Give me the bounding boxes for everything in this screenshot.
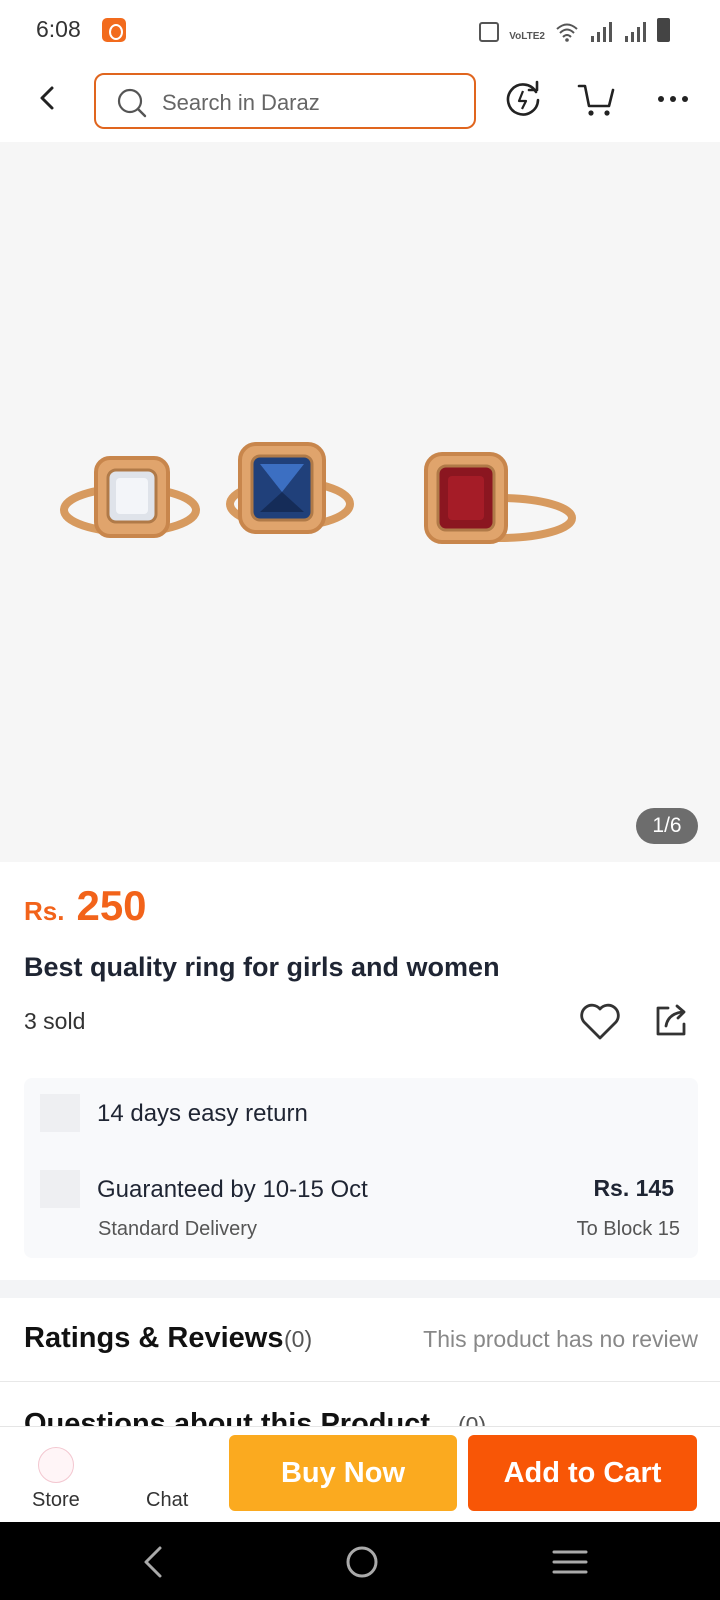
wifi-icon bbox=[556, 23, 578, 42]
clear-stone-ring bbox=[60, 456, 200, 538]
app-notification-icon bbox=[102, 18, 126, 42]
delivery-truck-icon bbox=[40, 1170, 80, 1208]
ratings-empty-text: This product has no review bbox=[423, 1326, 698, 1352]
blue-stone-ring bbox=[226, 442, 354, 534]
search-input[interactable]: Search in Daraz bbox=[94, 73, 476, 129]
top-nav: Search in Daraz bbox=[0, 62, 720, 142]
back-arrow-icon[interactable] bbox=[30, 80, 66, 116]
system-back-icon[interactable] bbox=[132, 1540, 176, 1584]
signal-icon bbox=[591, 22, 612, 42]
price-value: 250 bbox=[76, 882, 147, 929]
status-icons: VoLTE2 bbox=[479, 18, 670, 42]
buy-now-button[interactable]: Buy Now bbox=[229, 1435, 457, 1511]
store-logo-icon[interactable] bbox=[38, 1447, 74, 1483]
more-icon[interactable] bbox=[652, 78, 694, 120]
chat-button[interactable]: Chat bbox=[146, 1489, 188, 1512]
store-button[interactable]: Store bbox=[32, 1489, 80, 1512]
system-nav-bar bbox=[0, 1522, 720, 1600]
signal-icon-2 bbox=[625, 22, 646, 42]
vibrate-icon bbox=[479, 22, 500, 42]
volte-icon: VoLTE2 bbox=[509, 31, 545, 42]
section-divider bbox=[0, 1280, 720, 1298]
ratings-section[interactable]: Ratings & Reviews (0) This product has n… bbox=[0, 1298, 720, 1382]
battery-icon bbox=[657, 18, 670, 42]
questions-count: (0) bbox=[458, 1412, 487, 1426]
ratings-count: (0) bbox=[284, 1326, 313, 1352]
add-to-cart-button[interactable]: Add to Cart bbox=[468, 1435, 697, 1511]
search-icon bbox=[117, 88, 147, 118]
red-stone-ring bbox=[424, 452, 576, 544]
return-policy: 14 days easy return bbox=[97, 1100, 308, 1127]
history-icon[interactable] bbox=[502, 78, 544, 120]
delivery-fee: Rs. 145 bbox=[593, 1175, 674, 1201]
product-image bbox=[60, 442, 576, 544]
cart-icon[interactable] bbox=[576, 78, 618, 120]
delivery-guarantee: Guaranteed by 10-15 Oct bbox=[97, 1176, 368, 1203]
price-currency: Rs. bbox=[24, 896, 65, 926]
bottom-action-bar: Store Chat Buy Now Add to Cart bbox=[0, 1426, 720, 1522]
questions-section[interactable]: Questions about this Product (0) bbox=[0, 1382, 720, 1426]
delivery-info-card[interactable]: 14 days easy return Guaranteed by 10-15 … bbox=[24, 1078, 698, 1258]
system-menu-icon[interactable] bbox=[548, 1540, 592, 1584]
return-icon bbox=[40, 1094, 80, 1132]
status-time: 6:08 bbox=[36, 16, 81, 42]
image-page-indicator: 1/6 bbox=[636, 808, 698, 844]
status-bar: 6:08 VoLTE2 bbox=[0, 0, 720, 62]
sold-count: 3 sold bbox=[24, 1008, 86, 1034]
share-icon[interactable] bbox=[652, 1000, 692, 1040]
heart-icon[interactable] bbox=[578, 1000, 622, 1042]
product-title: Best quality ring for girls and women bbox=[24, 952, 500, 982]
delivery-type: Standard Delivery bbox=[98, 1218, 257, 1240]
ratings-title: Ratings & Reviews bbox=[24, 1322, 284, 1354]
price-row: Rs. 250 bbox=[24, 882, 147, 930]
search-placeholder: Search in Daraz bbox=[162, 90, 320, 115]
system-home-icon[interactable] bbox=[340, 1540, 384, 1584]
delivery-location: To Block 15 bbox=[576, 1218, 680, 1240]
product-image-gallery[interactable]: 1/6 bbox=[0, 142, 720, 862]
questions-title: Questions about this Product bbox=[24, 1408, 431, 1426]
